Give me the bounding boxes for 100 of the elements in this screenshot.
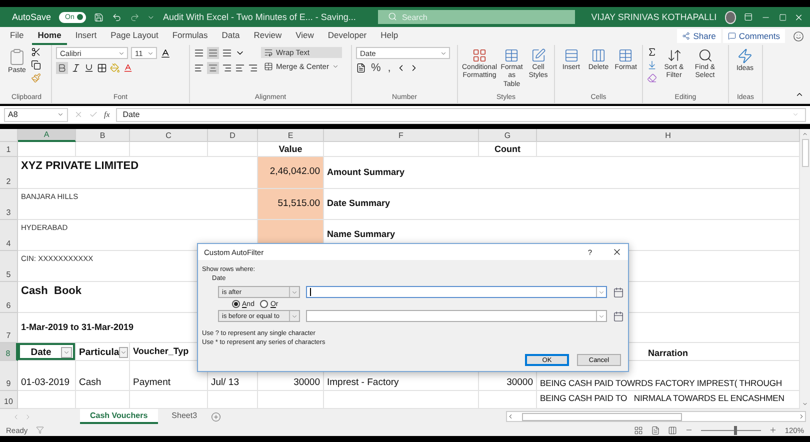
row-header[interactable]: 2	[0, 157, 18, 189]
ribbon-tab[interactable]: Data	[216, 30, 246, 45]
fill-color-icon[interactable]	[110, 63, 120, 73]
shaded-cell: 51,515.00	[258, 189, 324, 220]
sheet-tab[interactable]: Sheet3	[162, 409, 208, 424]
zoom-slider-thumb[interactable]	[734, 426, 737, 434]
align-right-icon[interactable]	[222, 63, 232, 73]
column-header[interactable]: C	[130, 129, 208, 142]
radio-button[interactable]	[260, 300, 268, 308]
column-header[interactable]: A	[18, 129, 76, 142]
collapse-ribbon-icon[interactable]	[795, 90, 804, 99]
bottom-align-icon[interactable]	[222, 48, 232, 58]
value-field[interactable]	[306, 286, 608, 298]
ribbon-tab[interactable]: Page Layout	[104, 30, 164, 45]
add-sheet-icon[interactable]	[211, 412, 222, 422]
undo-icon[interactable]	[112, 12, 122, 22]
scrollbar-thumb[interactable]	[802, 139, 808, 167]
radio-button[interactable]	[232, 300, 240, 308]
caret-icon	[63, 349, 70, 356]
page-layout-view-icon[interactable]	[650, 426, 660, 434]
restore-icon[interactable]	[778, 12, 786, 22]
ribbon-display-icon[interactable]	[744, 12, 753, 22]
column-title: Date	[30, 347, 52, 358]
row-header[interactable]: 1	[0, 142, 18, 157]
sheet-tab[interactable]: Cash Vouchers	[80, 409, 158, 424]
ribbon-tab[interactable]: View	[290, 30, 320, 45]
sort-icon	[666, 48, 682, 63]
borders-icon[interactable]	[97, 63, 107, 73]
calendar-icon[interactable]	[613, 286, 624, 298]
table-cell: Count	[479, 142, 537, 157]
ribbon-tab[interactable]: File	[4, 30, 30, 45]
scroll-up-icon	[802, 131, 808, 137]
normal-view-icon[interactable]	[634, 426, 643, 434]
font-color-icon[interactable]	[123, 63, 133, 73]
smiley-icon[interactable]	[793, 31, 804, 42]
ribbon-tab[interactable]: Help	[374, 30, 404, 45]
row-header[interactable]: 5	[0, 251, 18, 282]
align-left-icon[interactable]	[194, 63, 204, 73]
name-box[interactable]: A8	[4, 108, 68, 122]
scroll-right-icon	[798, 413, 805, 420]
table-cell: BEING CASH PAID TO NIRMALA TOWARDS EL ENCASHMEN	[537, 391, 800, 409]
column-header[interactable]: G	[479, 129, 537, 142]
ribbon-tab[interactable]: Formulas	[166, 30, 214, 45]
lines-icon	[208, 48, 218, 58]
row-header[interactable]: 4	[0, 220, 18, 251]
caret-icon	[598, 288, 606, 296]
clear-icon[interactable]	[647, 73, 657, 83]
ribbon-tab[interactable]: Insert	[69, 30, 103, 45]
autosum-icon[interactable]	[647, 47, 657, 57]
percent-button[interactable]: %	[369, 62, 383, 74]
comment-icon	[728, 32, 736, 40]
selected-cell[interactable]: Date	[18, 343, 76, 361]
column-header[interactable]: D	[208, 129, 258, 142]
user-avatar[interactable]	[724, 10, 736, 24]
bold-button[interactable]	[56, 62, 68, 74]
insert-function-button[interactable]: fx	[104, 110, 110, 119]
copy-icon[interactable]	[31, 60, 41, 70]
save-icon[interactable]	[94, 12, 104, 22]
italic-icon[interactable]	[71, 63, 81, 73]
scrollbar-thumb[interactable]	[522, 412, 682, 420]
wrap-text-icon	[264, 48, 273, 57]
cell-styles-icon	[530, 48, 546, 63]
top-align-icon[interactable]	[194, 48, 204, 58]
fill-icon[interactable]	[647, 60, 657, 70]
share-button[interactable]: Share	[677, 29, 721, 43]
table-cell: Date Summary	[324, 189, 800, 220]
vertical-scrollbar[interactable]	[800, 129, 810, 409]
row-header[interactable]: 6	[0, 282, 18, 313]
row-header[interactable]: 8	[0, 343, 18, 361]
row-header[interactable]: 7	[0, 313, 18, 343]
caret-icon	[290, 312, 298, 320]
comments-button[interactable]: Comments	[722, 29, 785, 43]
column-header[interactable]: E	[258, 129, 324, 142]
row-header[interactable]: 9	[0, 361, 18, 391]
search-field[interactable]: Search	[378, 10, 576, 24]
value-field[interactable]	[306, 310, 608, 322]
column-title: Particula	[79, 347, 120, 358]
align-center-button[interactable]	[207, 62, 219, 74]
cut-icon[interactable]	[31, 47, 41, 57]
horizontal-scrollbar[interactable]	[506, 411, 806, 422]
underline-icon[interactable]	[84, 63, 94, 73]
column-header[interactable]: F	[324, 129, 479, 142]
row-header[interactable]: 10	[0, 391, 18, 409]
ribbon-tab[interactable]: Review	[248, 30, 288, 45]
ribbon-tab[interactable]: Developer	[322, 30, 373, 45]
middle-align-button[interactable]	[207, 47, 219, 59]
column-header[interactable]: H	[537, 129, 800, 142]
comma-style-button[interactable]: ,	[386, 62, 393, 74]
autosave-label: AutoSave	[12, 12, 52, 22]
caret-icon	[332, 63, 339, 70]
calendar-icon[interactable]	[613, 310, 624, 322]
grow-font-icon[interactable]	[160, 48, 171, 58]
close-icon[interactable]	[612, 247, 622, 257]
row-header[interactable]: 3	[0, 189, 18, 220]
column-header[interactable]: B	[76, 129, 130, 142]
header-cell[interactable]: Particula	[76, 343, 130, 361]
page-break-view-icon[interactable]	[668, 426, 677, 434]
redo-icon[interactable]	[130, 12, 140, 22]
caret-icon	[147, 50, 154, 56]
formula-field[interactable]: Date	[116, 108, 806, 122]
